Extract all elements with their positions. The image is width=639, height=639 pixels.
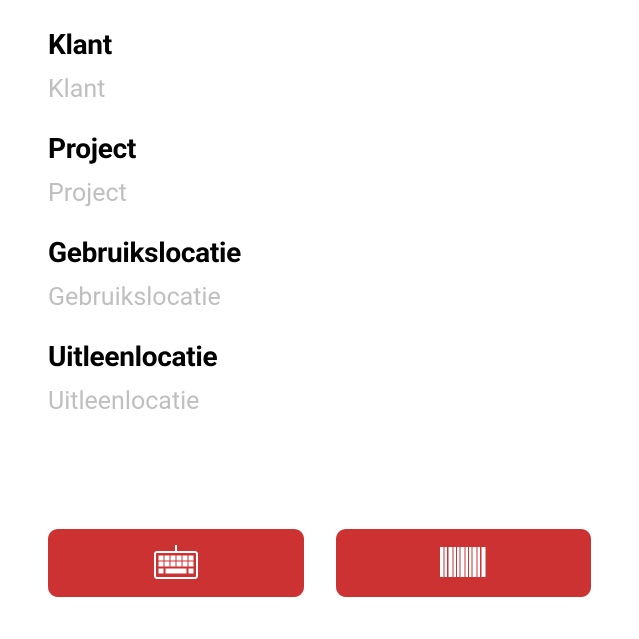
uitleenlocatie-label: Uitleenlocatie xyxy=(48,340,591,373)
field-gebruikslocatie: Gebruikslocatie xyxy=(48,236,591,312)
field-klant: Klant xyxy=(48,28,591,104)
keyboard-button[interactable] xyxy=(48,529,304,597)
project-input[interactable] xyxy=(48,179,591,208)
bottom-action-bar xyxy=(0,529,639,597)
project-label: Project xyxy=(48,132,591,165)
gebruikslocatie-input[interactable] xyxy=(48,283,591,312)
uitleenlocatie-input[interactable] xyxy=(48,387,591,416)
barcode-button[interactable] xyxy=(336,529,592,597)
field-uitleenlocatie: Uitleenlocatie xyxy=(48,340,591,416)
keyboard-icon xyxy=(154,545,198,582)
gebruikslocatie-label: Gebruikslocatie xyxy=(48,236,591,269)
klant-input[interactable] xyxy=(48,75,591,104)
barcode-icon xyxy=(440,547,486,580)
field-project: Project xyxy=(48,132,591,208)
klant-label: Klant xyxy=(48,28,591,61)
form-content: Klant Project Gebruikslocatie Uitleenloc… xyxy=(0,0,639,416)
